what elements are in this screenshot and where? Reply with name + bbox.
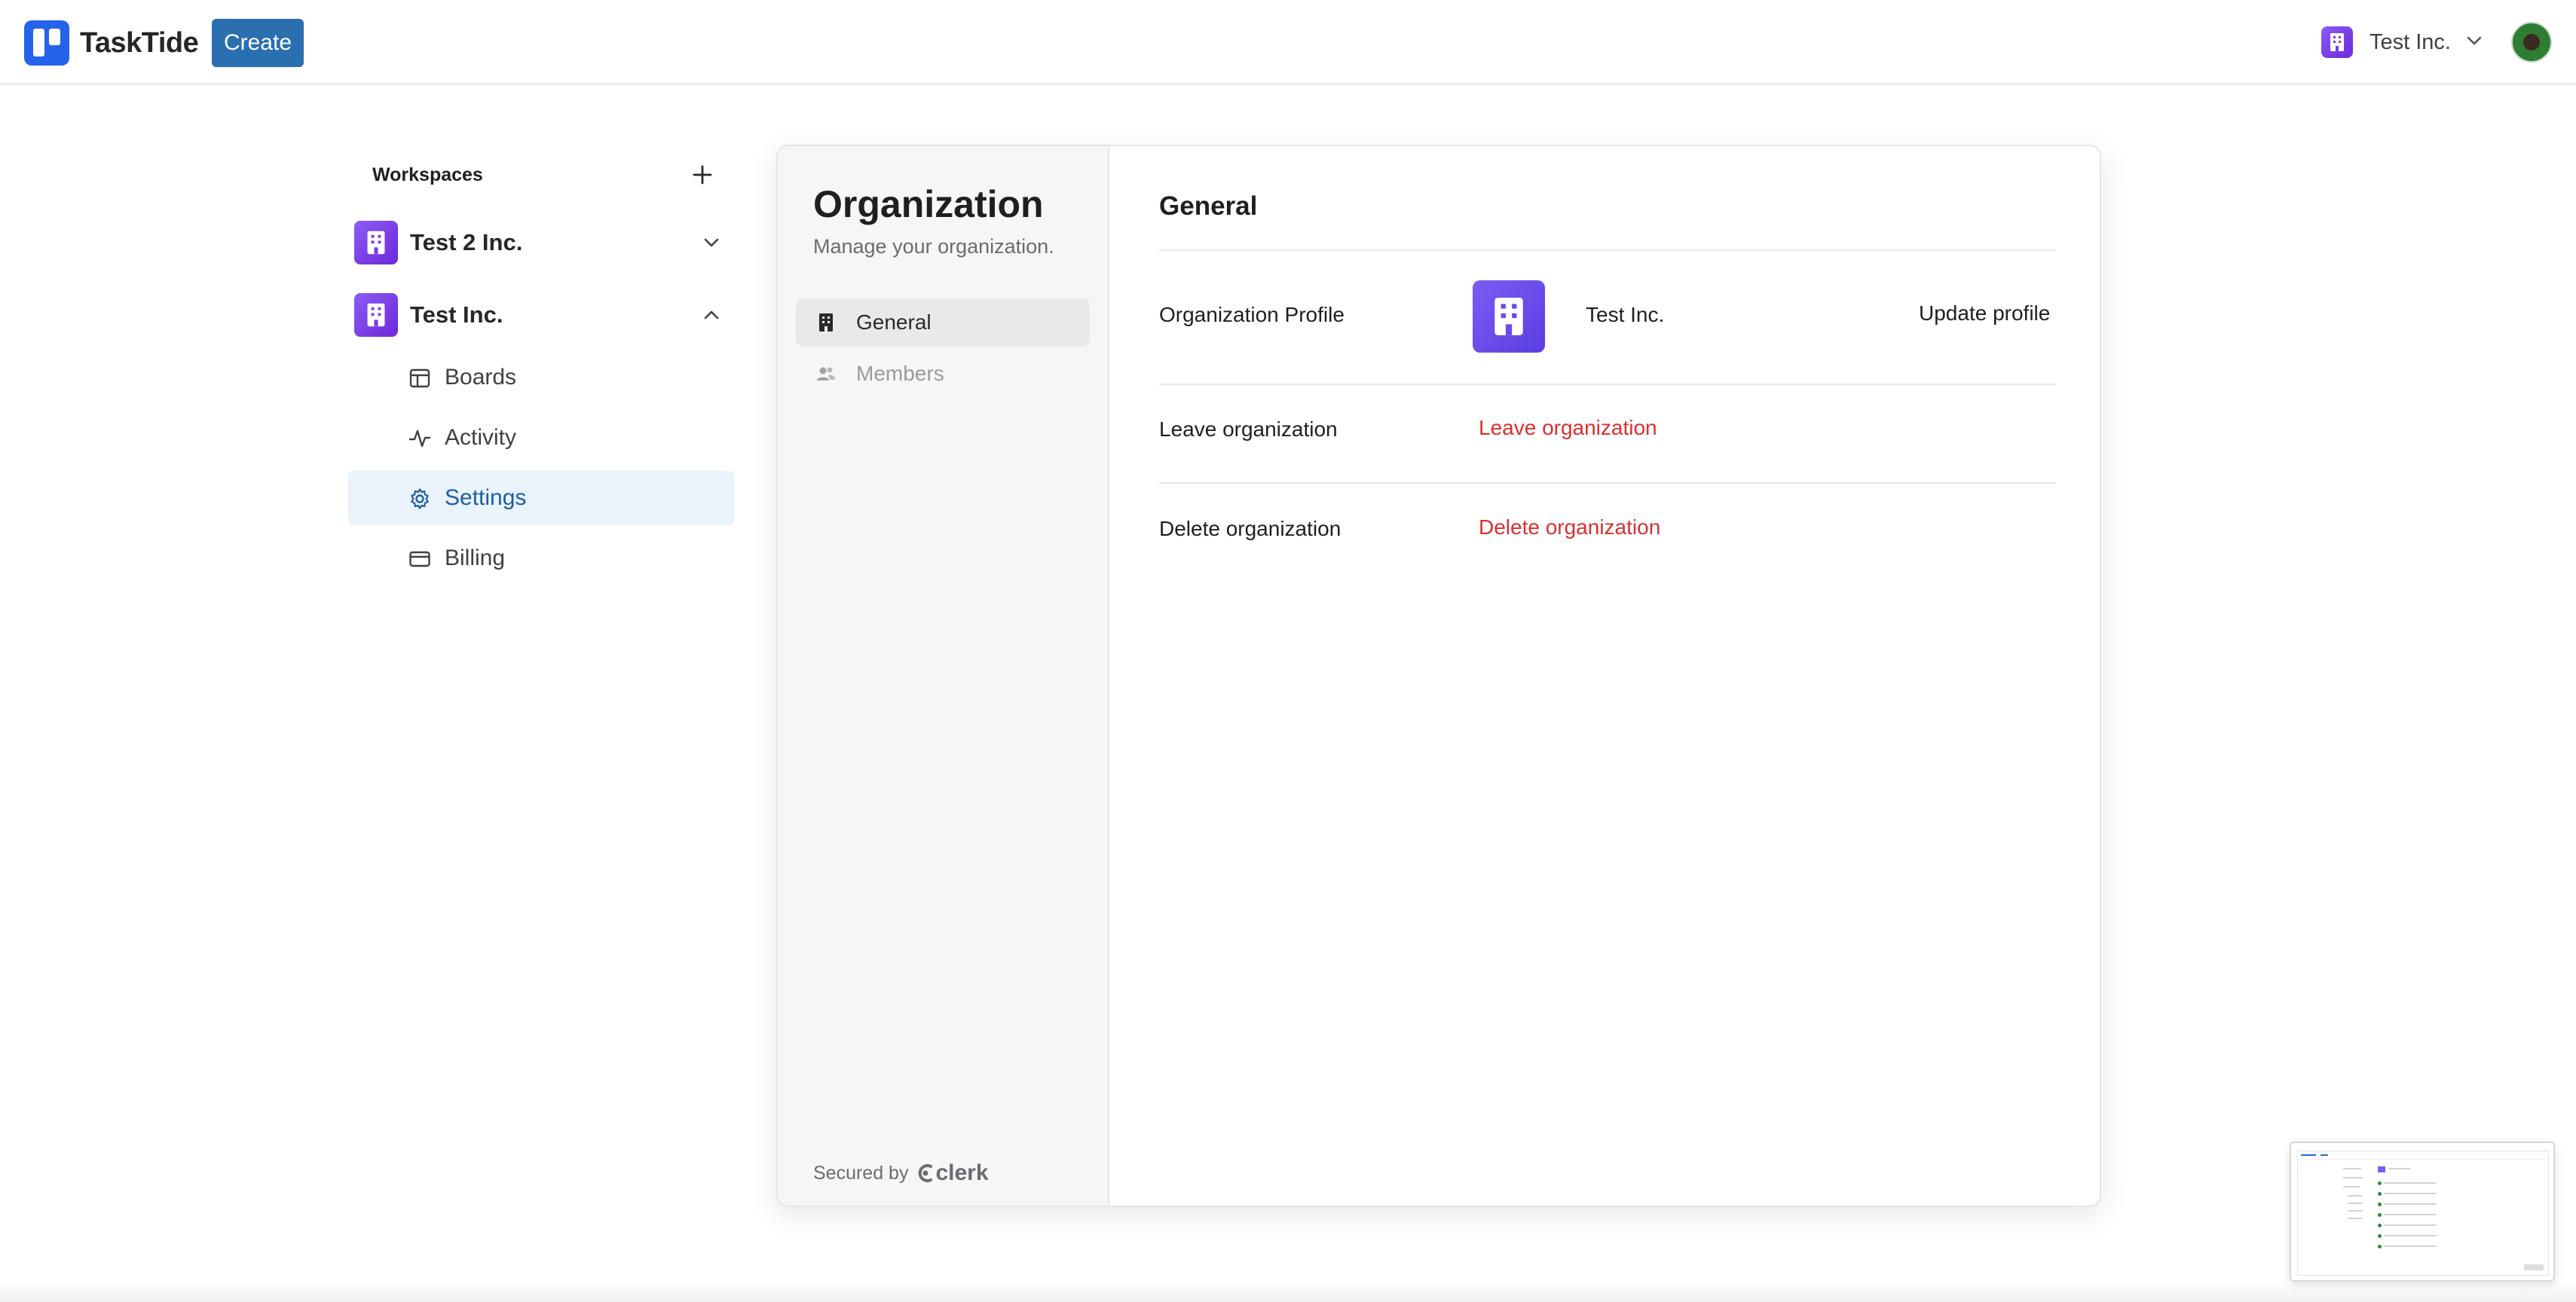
activity-icon xyxy=(408,427,431,450)
chevron-down-icon[interactable] xyxy=(701,232,722,257)
secured-by-label: Secured by xyxy=(813,1162,909,1184)
organization-logo xyxy=(1473,280,1545,353)
clerk-wordmark: clerk xyxy=(935,1160,989,1185)
sidebar-item-label: Billing xyxy=(445,546,506,570)
sidebar-item-billing[interactable]: Billing xyxy=(348,531,734,585)
top-navbar: TaskTide Create Test Inc. xyxy=(0,0,2576,84)
gear-icon xyxy=(408,487,431,510)
tab-general[interactable]: General xyxy=(796,298,1090,347)
general-panel: General Organization Profile Test Inc. U… xyxy=(1111,146,2100,1206)
tab-label: General xyxy=(856,310,932,334)
clerk-icon xyxy=(919,1164,933,1182)
delete-organization-label: Delete organization xyxy=(1159,517,1342,540)
plus-icon xyxy=(693,165,712,185)
screen-preview-thumbnail[interactable] xyxy=(2290,1142,2555,1282)
divider xyxy=(1159,482,2056,484)
workspace-name: Test 2 Inc. xyxy=(410,229,523,255)
secured-by-clerk: Secured by clerk xyxy=(813,1160,989,1186)
organization-profile-label: Organization Profile xyxy=(1159,303,1345,326)
organization-profile-card: Organization Manage your organization. G… xyxy=(776,145,2101,1207)
credit-card-icon xyxy=(408,548,431,570)
building-icon xyxy=(815,312,837,333)
divider xyxy=(1159,384,2056,385)
tasktide-logo-icon xyxy=(24,20,69,66)
add-workspace-button[interactable] xyxy=(689,161,716,188)
section-title: General xyxy=(1159,191,1258,221)
workspaces-heading: Workspaces xyxy=(372,164,483,185)
thumbnail-content xyxy=(2297,1151,2550,1276)
sidebar-item-label: Activity xyxy=(445,425,517,450)
sidebar-item-label: Settings xyxy=(445,485,527,510)
sidebar-item-label: Boards xyxy=(445,365,517,390)
create-button[interactable]: Create xyxy=(212,19,304,67)
user-avatar[interactable] xyxy=(2511,22,2552,63)
chevron-down-icon xyxy=(2466,35,2483,50)
tab-label: Members xyxy=(856,362,944,385)
tab-members[interactable]: Members xyxy=(796,350,1090,398)
building-icon xyxy=(354,221,398,264)
users-icon xyxy=(815,363,837,384)
building-icon xyxy=(2321,26,2353,58)
page-subtitle: Manage your organization. xyxy=(813,235,1054,258)
sidebar-item-settings[interactable]: Settings xyxy=(348,471,734,525)
building-icon xyxy=(354,293,398,337)
sidebar-item-boards[interactable]: Boards xyxy=(348,350,734,405)
app-name: TaskTide xyxy=(80,26,199,59)
org-switcher-name: Test Inc. xyxy=(2369,29,2451,54)
update-profile-button[interactable]: Update profile xyxy=(1919,301,2050,326)
building-icon xyxy=(1495,298,1523,335)
divider xyxy=(1159,249,2056,251)
app-logo[interactable]: TaskTide xyxy=(24,20,199,66)
workspace-test-inc[interactable]: Test Inc. xyxy=(354,291,734,339)
workspace-name: Test Inc. xyxy=(410,301,503,328)
organization-nav: Organization Manage your organization. G… xyxy=(778,146,1109,1206)
leave-organization-button[interactable]: Leave organization xyxy=(1479,416,1657,440)
layout-icon xyxy=(408,367,431,390)
page-title: Organization xyxy=(813,183,1044,225)
organization-name: Test Inc. xyxy=(1586,303,1665,326)
clerk-logo[interactable]: clerk xyxy=(916,1160,989,1186)
workspace-test-2-inc[interactable]: Test 2 Inc. xyxy=(354,219,734,267)
delete-organization-button[interactable]: Delete organization xyxy=(1479,515,1660,539)
org-switcher[interactable]: Test Inc. xyxy=(2321,26,2483,59)
leave-organization-label: Leave organization xyxy=(1159,417,1338,441)
sidebar-item-activity[interactable]: Activity xyxy=(348,411,734,465)
bottom-shadow xyxy=(0,1281,2576,1302)
chevron-up-icon[interactable] xyxy=(701,304,722,329)
